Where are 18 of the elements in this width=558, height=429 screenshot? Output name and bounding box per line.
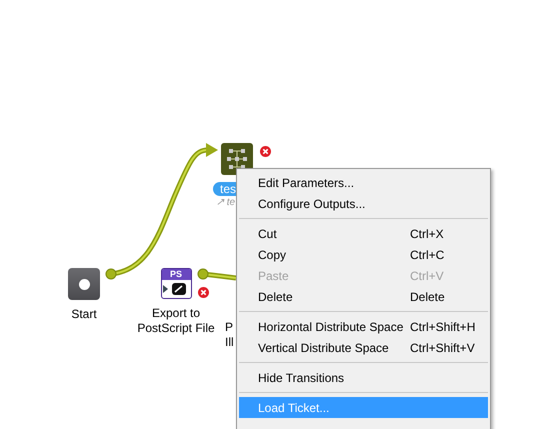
menu-item[interactable]: Delete Delete — [239, 286, 488, 307]
node-label: P Ill — [225, 320, 234, 350]
connector-dot[interactable] — [106, 268, 116, 280]
error-icon — [198, 287, 209, 298]
error-icon — [260, 146, 271, 157]
start-node-icon[interactable] — [68, 268, 100, 300]
connector-dot[interactable] — [198, 268, 208, 280]
menu-item[interactable]: Vertical Distribute Space Ctrl+Shift+V — [239, 337, 488, 358]
menu-item[interactable]: Horizontal Distribute Space Ctrl+Shift+H — [239, 316, 488, 337]
postscript-node-icon[interactable]: PS — [160, 268, 192, 299]
menu-item[interactable]: Cut Ctrl+X — [239, 223, 488, 244]
menu-item[interactable]: Configure Outputs... — [239, 193, 488, 214]
node-label: Export to PostScript File — [137, 306, 215, 336]
node-sublabel: ↗ te — [216, 196, 236, 208]
menu-item[interactable]: Copy Ctrl+C — [239, 244, 488, 265]
menu-item[interactable]: Hide Transitions — [239, 367, 488, 388]
menu-item[interactable]: Edit Parameters... — [239, 172, 488, 193]
node-label: Start — [71, 307, 97, 322]
